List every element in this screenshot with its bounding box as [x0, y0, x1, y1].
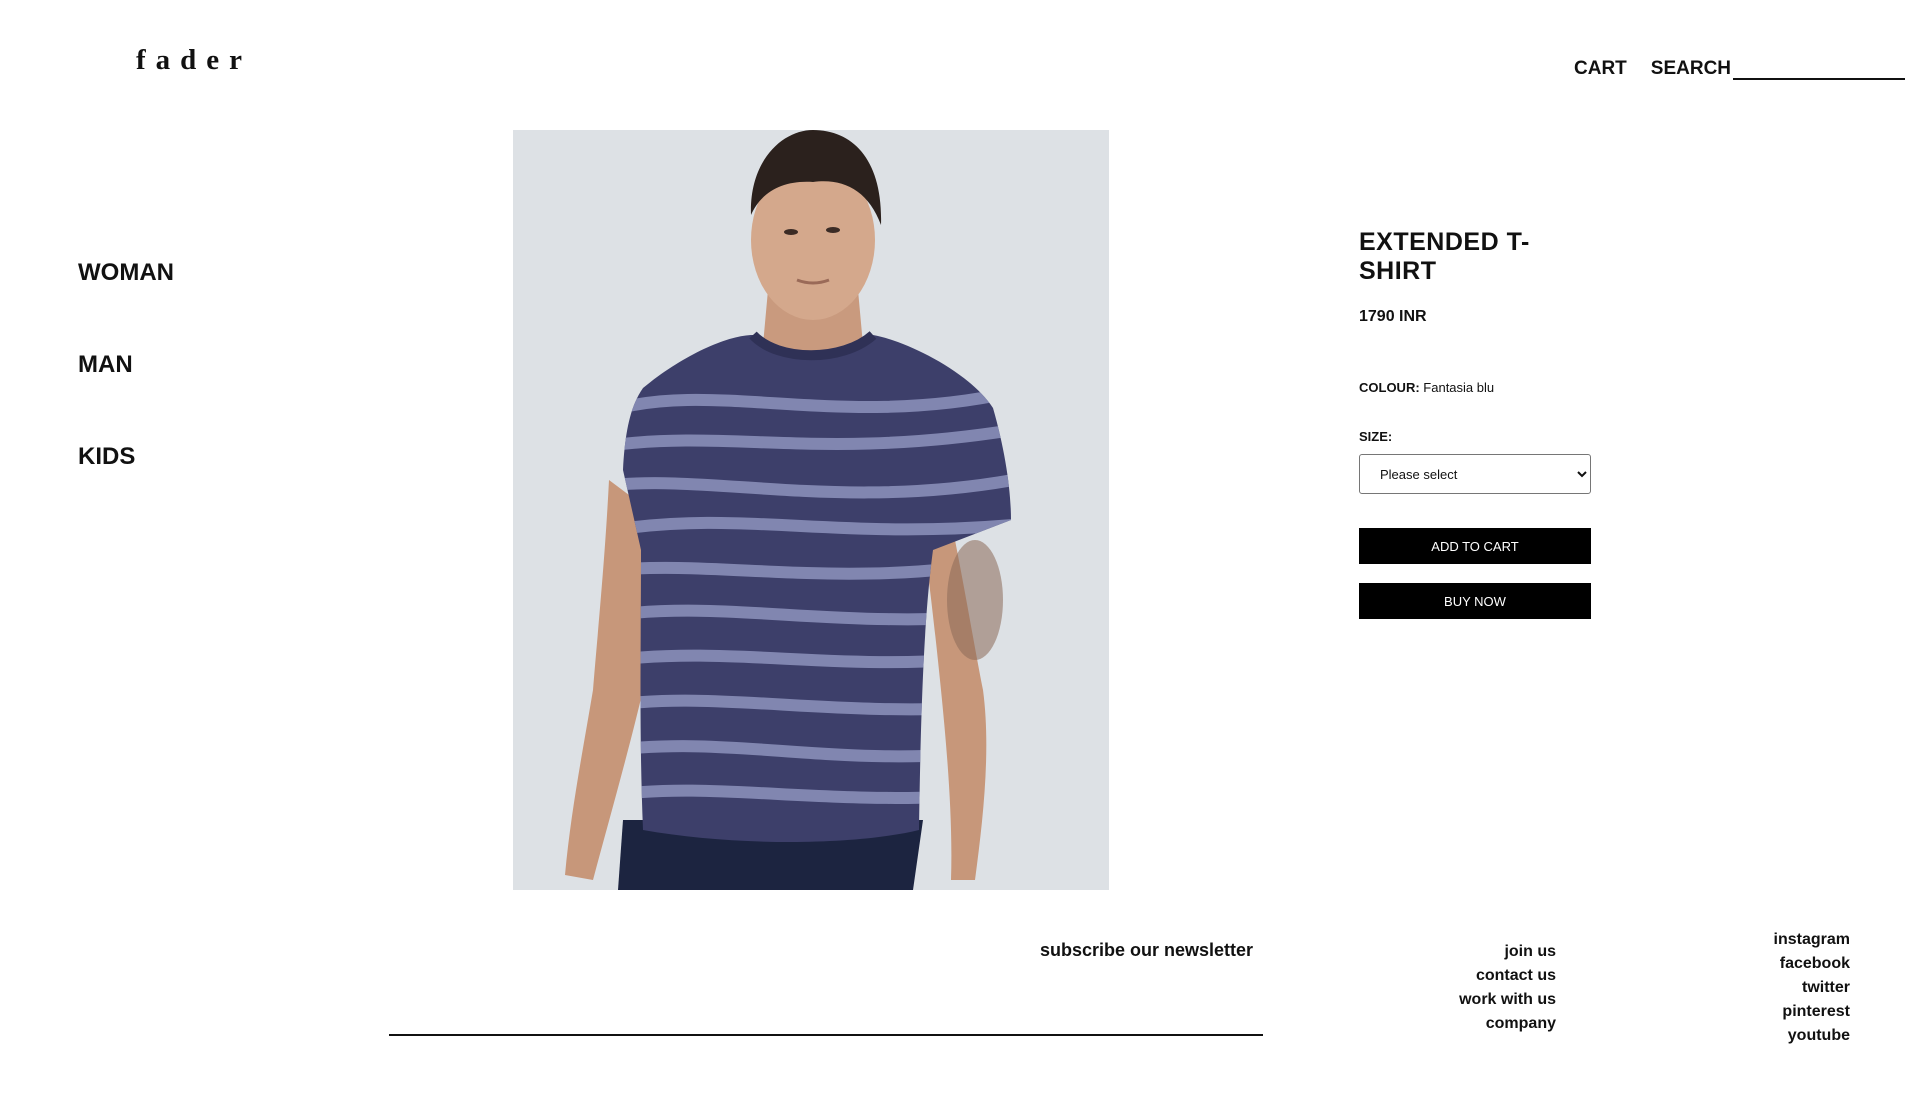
- size-select[interactable]: Please select: [1359, 454, 1591, 494]
- category-nav: WOMAN MAN KIDS: [78, 258, 174, 534]
- colour-value: Fantasia blu: [1423, 380, 1495, 395]
- footer-link-work-with-us[interactable]: work with us: [1400, 988, 1556, 1012]
- colour-row: COLOUR: Fantasia blu: [1359, 380, 1599, 395]
- nav-item-man[interactable]: MAN: [78, 350, 174, 380]
- buy-now-button[interactable]: BUY NOW: [1359, 583, 1591, 619]
- search-label: SEARCH: [1650, 58, 1732, 79]
- footer-link-contact-us[interactable]: contact us: [1400, 964, 1556, 988]
- search-input[interactable]: [1733, 58, 1906, 80]
- social-link-twitter[interactable]: twitter: [1700, 976, 1850, 1000]
- product-price: 1790 INR: [1359, 308, 1427, 325]
- footer-link-company[interactable]: company: [1400, 1012, 1556, 1036]
- product-image: [513, 130, 1109, 890]
- social-link-pinterest[interactable]: pinterest: [1700, 1000, 1850, 1024]
- nav-item-woman[interactable]: WOMAN: [78, 258, 174, 288]
- product-details: EXTENDED T-SHIRT 1790 INR COLOUR: Fantas…: [1359, 228, 1599, 619]
- size-label: SIZE:: [1359, 429, 1393, 444]
- social-link-facebook[interactable]: facebook: [1700, 952, 1850, 976]
- colour-label: COLOUR:: [1359, 380, 1420, 395]
- social-links: instagram facebook twitter pinterest you…: [1700, 928, 1850, 1048]
- footer-links: join us contact us work with us company: [1400, 940, 1556, 1036]
- footer-link-join-us[interactable]: join us: [1400, 940, 1556, 964]
- newsletter-title: subscribe our newsletter: [1040, 940, 1254, 960]
- social-link-instagram[interactable]: instagram: [1700, 928, 1850, 952]
- social-link-youtube[interactable]: youtube: [1700, 1024, 1850, 1048]
- top-nav: CART SEARCH: [1574, 58, 1906, 80]
- nav-item-kids[interactable]: KIDS: [78, 442, 174, 472]
- newsletter-email-input[interactable]: [389, 990, 1263, 1036]
- product-title: EXTENDED T-SHIRT: [1359, 228, 1530, 285]
- brand-logo[interactable]: fader: [136, 44, 252, 77]
- cart-link[interactable]: CART: [1574, 58, 1627, 80]
- add-to-cart-button[interactable]: ADD TO CART: [1359, 528, 1591, 564]
